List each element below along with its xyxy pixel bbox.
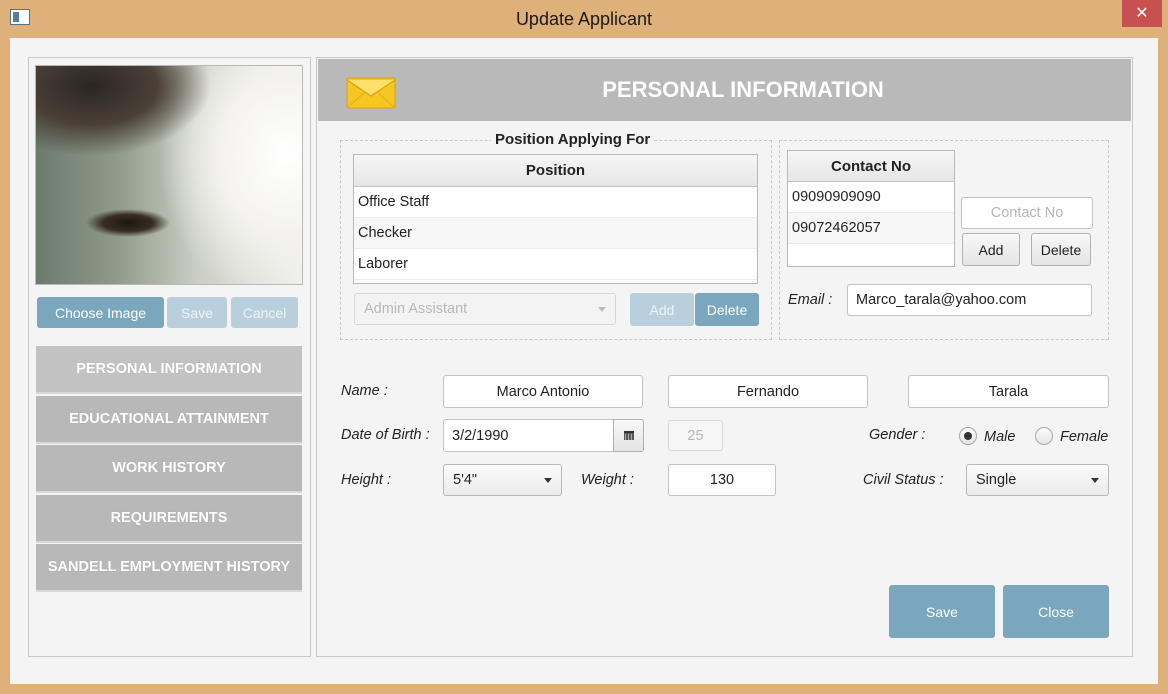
close-button[interactable]: Close xyxy=(1003,585,1109,638)
age-field: 25 xyxy=(668,420,723,451)
birth-date-field[interactable]: 3/2/1990 xyxy=(443,419,614,452)
contact-no-input[interactable]: Contact No xyxy=(961,197,1093,229)
contact-cell: 09072462057 xyxy=(792,220,881,236)
height-label: Height : xyxy=(341,472,391,488)
envelope-icon xyxy=(346,77,396,109)
gender-female-label[interactable]: Female xyxy=(1060,429,1108,445)
position-select[interactable]: Admin Assistant xyxy=(354,293,616,325)
nav-sandell-employment-history[interactable]: SANDELL EMPLOYMENT HISTORY xyxy=(36,544,302,592)
window-title: Update Applicant xyxy=(515,9,653,29)
weight-label: Weight : xyxy=(581,472,634,488)
gender-male-label[interactable]: Male xyxy=(984,429,1015,445)
section-title: PERSONAL INFORMATION xyxy=(602,77,884,102)
email-label: Email : xyxy=(788,292,833,308)
calendar-icon xyxy=(623,431,634,440)
nav-personal-information[interactable]: PERSONAL INFORMATION xyxy=(36,346,302,394)
window-close-button[interactable]: ✕ xyxy=(1122,0,1162,27)
calendar-button[interactable] xyxy=(613,419,644,452)
choose-image-button[interactable]: Choose Image xyxy=(37,297,164,328)
last-name-field[interactable]: Tarala xyxy=(908,375,1109,408)
table-row[interactable]: Office Staff xyxy=(354,187,757,218)
position-select-value: Admin Assistant xyxy=(364,301,468,317)
name-label: Name : xyxy=(341,383,388,399)
civil-status-value: Single xyxy=(976,472,1017,488)
gender-label: Gender : xyxy=(869,427,926,443)
photo-save-button[interactable]: Save xyxy=(167,297,227,328)
table-row[interactable]: 09090909090 xyxy=(788,182,954,213)
table-row[interactable]: 09072462057 xyxy=(788,213,954,244)
table-row[interactable]: Laborer xyxy=(354,249,757,280)
contact-delete-button[interactable]: Delete xyxy=(1031,233,1091,266)
save-button[interactable]: Save xyxy=(889,585,995,638)
applicant-photo xyxy=(35,65,303,285)
contact-table[interactable]: Contact No 09090909090 09072462057 xyxy=(787,150,955,267)
position-column-header[interactable]: Position xyxy=(354,155,757,187)
position-add-button[interactable]: Add xyxy=(630,293,694,326)
middle-name-field[interactable]: Fernando xyxy=(668,375,868,408)
gender-female-radio[interactable] xyxy=(1035,427,1053,445)
birth-label: Date of Birth : xyxy=(341,427,430,443)
position-cell: Office Staff xyxy=(358,194,430,210)
civil-status-select[interactable]: Single xyxy=(966,464,1109,496)
position-cell: Checker xyxy=(358,225,412,241)
nav-educational-attainment[interactable]: EDUCATIONAL ATTAINMENT xyxy=(36,396,302,444)
table-row[interactable]: Checker xyxy=(354,218,757,249)
nav-requirements[interactable]: REQUIREMENTS xyxy=(36,495,302,543)
nav-work-history[interactable]: WORK HISTORY xyxy=(36,445,302,493)
gender-male-radio[interactable] xyxy=(959,427,977,445)
position-cell: Laborer xyxy=(358,256,408,272)
contact-add-button[interactable]: Add xyxy=(962,233,1020,266)
position-group-legend: Position Applying For xyxy=(491,131,655,148)
weight-field[interactable]: 130 xyxy=(668,464,776,496)
civil-status-label: Civil Status : xyxy=(863,472,944,488)
chevron-down-icon xyxy=(544,478,552,483)
email-field[interactable]: Marco_tarala@yahoo.com xyxy=(847,284,1092,316)
contact-cell: 09090909090 xyxy=(792,189,881,205)
first-name-field[interactable]: Marco Antonio xyxy=(443,375,643,408)
position-table[interactable]: Position Office Staff Checker Laborer xyxy=(353,154,758,284)
height-select[interactable]: 5'4" xyxy=(443,464,562,496)
height-select-value: 5'4" xyxy=(453,472,478,488)
position-delete-button[interactable]: Delete xyxy=(695,293,759,326)
photo-cancel-button[interactable]: Cancel xyxy=(231,297,298,328)
contact-column-header[interactable]: Contact No xyxy=(788,151,954,182)
chevron-down-icon xyxy=(1091,478,1099,483)
chevron-down-icon xyxy=(598,307,606,312)
